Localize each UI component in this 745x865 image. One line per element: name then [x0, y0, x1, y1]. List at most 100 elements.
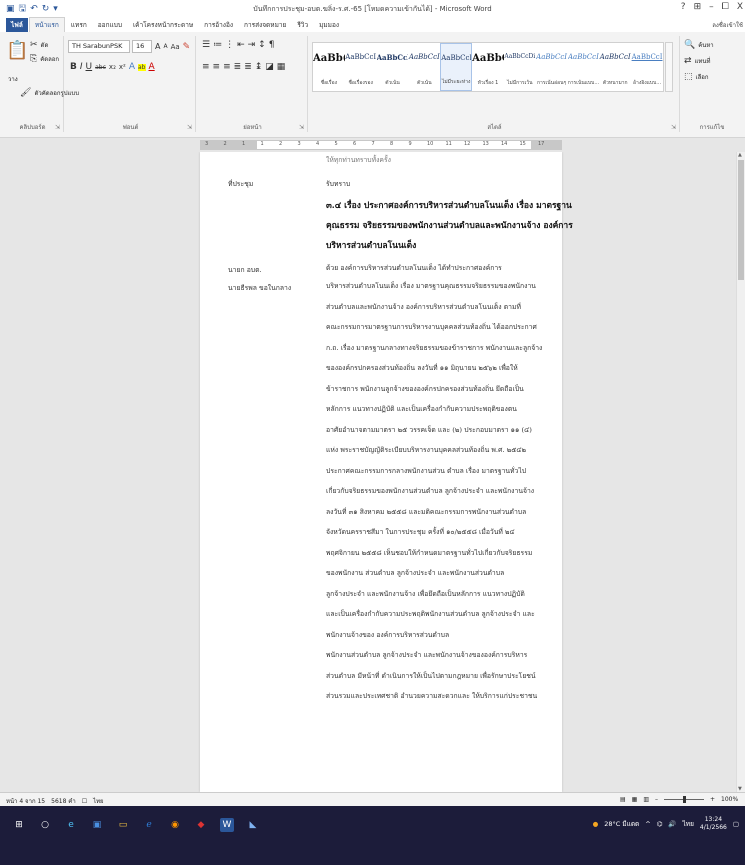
paste-icon[interactable]: 📋 [6, 40, 28, 61]
scroll-up-icon[interactable]: ▲ [738, 152, 742, 158]
tab-file[interactable]: ไฟล์ [6, 18, 28, 32]
cut-button[interactable]: ✂ ตัด [30, 40, 48, 50]
store-icon[interactable]: ▣ [90, 818, 104, 832]
clock[interactable]: 13:24 4/1/2566 [700, 816, 727, 832]
ruler-number: 12 [464, 141, 471, 147]
word-count[interactable]: 5618 คำ [51, 796, 76, 806]
input-language[interactable]: ไทย [683, 819, 694, 829]
windows-start-icon[interactable]: ⊞ [12, 818, 26, 832]
superscript-icon[interactable]: x² [119, 63, 126, 71]
help-button[interactable]: ? [681, 2, 686, 12]
ruler-number: 3 [297, 141, 301, 147]
zoom-in-icon[interactable]: + [710, 796, 715, 803]
align-left-icon[interactable]: ≡ [202, 62, 210, 72]
shrink-font-icon[interactable]: A [163, 43, 167, 50]
notifications-icon[interactable]: ▢ [733, 820, 739, 828]
volume-icon[interactable]: 🔊 [668, 820, 676, 828]
font-group: TH SarabunPSK 16 A A Aa ✎ B I U abc x₂ x… [66, 36, 196, 132]
tab-view[interactable]: มุมมอง [314, 18, 344, 32]
font-color-icon[interactable]: A [149, 62, 155, 72]
word-taskbar-icon[interactable]: W [220, 818, 234, 832]
horizontal-ruler[interactable]: 3 2 1 1 2 3 4 5 6 7 8 9 10 11 12 13 14 15 17 [0, 138, 745, 152]
font-name-combo[interactable]: TH SarabunPSK [68, 40, 130, 53]
bold-icon[interactable]: B [70, 62, 77, 72]
app-icon[interactable]: ◆ [194, 818, 208, 832]
tab-home[interactable]: หน้าแรก [28, 17, 65, 32]
italic-icon[interactable]: I [80, 62, 83, 72]
clear-formatting-icon[interactable]: ✎ [183, 42, 191, 52]
text-effects-icon[interactable]: A [129, 62, 135, 72]
tab-review[interactable]: รีวิว [292, 18, 313, 32]
weather-text[interactable]: 28°C มีแดด [604, 819, 639, 829]
bullets-icon[interactable]: ☰ [202, 40, 210, 50]
minimize-button[interactable]: – [709, 2, 714, 12]
underline-icon[interactable]: U [86, 62, 93, 72]
align-right-icon[interactable]: ≡ [223, 62, 231, 72]
paragraph-launcher-icon[interactable]: ⇲ [299, 124, 304, 131]
decrease-indent-icon[interactable]: ⇤ [237, 40, 245, 50]
highlight-icon[interactable]: ab [138, 63, 146, 71]
align-center-icon[interactable]: ≡ [213, 62, 221, 72]
tab-design[interactable]: ออกแบบ [93, 18, 127, 32]
paste-button[interactable]: วาง [8, 74, 18, 84]
vertical-scrollbar[interactable]: ▲ ▼ [736, 152, 745, 792]
ribbon-display-button[interactable]: ⊞ [694, 2, 702, 12]
proofing-icon[interactable]: ☐ [82, 798, 87, 805]
font-launcher-icon[interactable]: ⇲ [187, 124, 192, 131]
page-count[interactable]: หน้า 4 จาก 15 [6, 796, 45, 806]
tab-insert[interactable]: แทรก [66, 18, 92, 32]
firefox-icon[interactable]: ◉ [168, 818, 182, 832]
network-icon[interactable]: ⌬ [657, 820, 663, 828]
maximize-button[interactable]: ⧠ [722, 2, 729, 12]
document-page[interactable]: ให้ทุกท่านทราบทั้งครั้ง ที่ประชุม รับทรา… [200, 152, 573, 792]
tab-references[interactable]: การอ้างอิง [199, 18, 238, 32]
tray-chevron-icon[interactable]: ^ [645, 820, 650, 828]
print-layout-icon[interactable]: ▦ [632, 796, 638, 803]
copy-button[interactable]: ⎘ คัดลอก [30, 54, 59, 64]
strikethrough-icon[interactable]: abc [95, 64, 106, 71]
sign-in-link[interactable]: ลงชื่อเข้าใช้ [712, 20, 743, 30]
doc-line: และเป็นเครื่องกำกับความประพฤติพนักงานส่ว… [326, 610, 535, 618]
shading-icon[interactable]: ◪ [265, 62, 274, 72]
zoom-slider-thumb[interactable] [683, 796, 687, 803]
edge-icon[interactable]: e [64, 818, 78, 832]
show-marks-icon[interactable]: ¶ [269, 40, 275, 50]
find-button[interactable]: 🔍 ค้นหา [684, 40, 714, 50]
find-icon: 🔍 [684, 40, 696, 50]
close-button[interactable]: X [737, 2, 743, 12]
font-size-combo[interactable]: 16 [132, 40, 152, 53]
ribbon-tabs: ไฟล์ หน้าแรก แทรก ออกแบบ เค้าโครงหน้ากระ… [0, 17, 745, 32]
sort-icon[interactable]: ↕ [258, 40, 266, 50]
doc-line: ก.ถ. เรื่อง มาตรฐานกลางทางจริยธรรมของข้า… [326, 343, 543, 352]
web-layout-icon[interactable]: ▥ [643, 796, 649, 803]
grow-font-icon[interactable]: A [155, 42, 160, 51]
scroll-thumb[interactable] [738, 160, 744, 280]
line-spacing-icon[interactable]: ↨ [255, 62, 263, 72]
search-icon[interactable]: ○ [38, 818, 52, 832]
replace-button[interactable]: ⇄ แทนที่ [684, 56, 710, 66]
tab-mailings[interactable]: การส่งจดหมาย [239, 18, 291, 32]
change-case-icon[interactable]: Aa [171, 43, 180, 51]
language-indicator[interactable]: ไทย [93, 796, 104, 806]
photos-icon[interactable]: ◣ [246, 818, 260, 832]
zoom-out-icon[interactable]: – [655, 796, 658, 803]
thai-distribute-icon[interactable]: ≣ [244, 62, 252, 72]
multilevel-list-icon[interactable]: ⋮ [225, 40, 234, 50]
zoom-slider[interactable] [664, 796, 705, 803]
file-explorer-icon[interactable]: ▭ [116, 818, 130, 832]
doc-line: บริหารส่วนตำบลโนนเต็ง เรื่อง มาตรฐานคุณธ… [326, 282, 536, 290]
styles-launcher-icon[interactable]: ⇲ [671, 124, 676, 131]
select-button[interactable]: ⬚ เลือก [684, 72, 708, 82]
clipboard-launcher-icon[interactable]: ⇲ [55, 124, 60, 131]
borders-icon[interactable]: ▦ [277, 62, 286, 72]
tab-layout[interactable]: เค้าโครงหน้ากระดาษ [128, 18, 198, 32]
zoom-level[interactable]: 100% [721, 796, 738, 803]
weather-icon[interactable]: ● [593, 820, 599, 828]
subscript-icon[interactable]: x₂ [109, 63, 116, 71]
increase-indent-icon[interactable]: ⇥ [248, 40, 256, 50]
justify-icon[interactable]: ≣ [234, 62, 242, 72]
ruler-number: 11 [445, 141, 452, 147]
ie-icon[interactable]: ℯ [142, 818, 156, 832]
numbering-icon[interactable]: ≔ [213, 40, 222, 50]
read-mode-icon[interactable]: ▤ [620, 796, 626, 803]
